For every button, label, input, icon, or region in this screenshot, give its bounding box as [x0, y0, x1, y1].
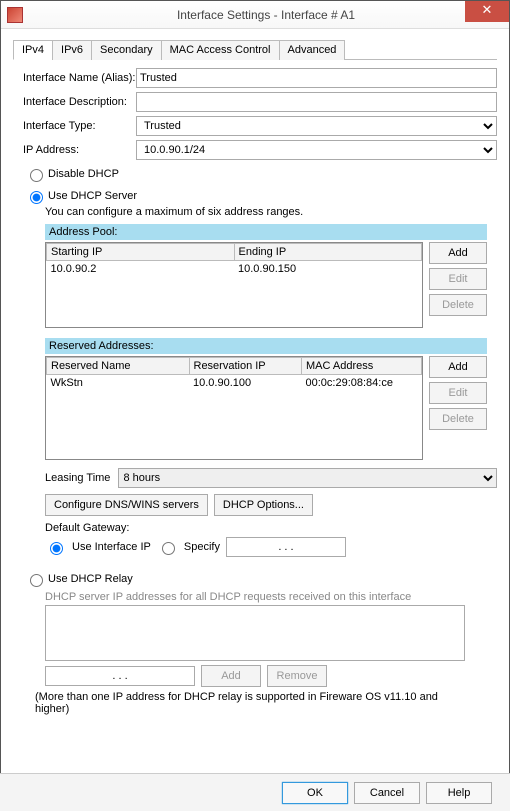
gw-specify-radio[interactable] [162, 542, 175, 555]
res-col-ip[interactable]: Reservation IP [189, 358, 302, 375]
gw-use-interface-radio[interactable] [50, 542, 63, 555]
interface-desc-field[interactable] [136, 92, 497, 112]
ip-address-select[interactable]: 10.0.90.1/24 [136, 140, 497, 160]
cancel-button[interactable]: Cancel [354, 782, 420, 804]
reserved-header: Reserved Addresses: [45, 338, 487, 354]
disable-dhcp-radio[interactable] [30, 169, 43, 182]
use-dhcp-server-label: Use DHCP Server [48, 190, 137, 202]
reserved-table[interactable]: Reserved Name Reservation IP MAC Address… [45, 356, 423, 460]
relay-ip-field[interactable]: . . . [45, 666, 195, 686]
pool-add-button[interactable]: Add [429, 242, 487, 264]
leasing-time-label: Leasing Time [45, 472, 110, 484]
interface-name-field[interactable] [136, 68, 497, 88]
dialog-footer: OK Cancel Help [0, 773, 510, 811]
address-pool-header: Address Pool: [45, 224, 487, 240]
table-row[interactable]: 10.0.90.2 10.0.90.150 [47, 261, 422, 278]
gw-specify-ip-field[interactable]: . . . [226, 537, 346, 557]
res-col-mac[interactable]: MAC Address [302, 358, 422, 375]
tab-ipv4[interactable]: IPv4 [13, 40, 53, 60]
pool-edit-button[interactable]: Edit [429, 268, 487, 290]
content-area: IPv4 IPv6 Secondary MAC Access Control A… [1, 29, 509, 715]
interface-name-label: Interface Name (Alias): [23, 72, 136, 84]
dhcp-hint: You can configure a maximum of six addre… [45, 206, 497, 218]
title-bar: Interface Settings - Interface # A1 ✕ [1, 1, 509, 29]
interface-desc-label: Interface Description: [23, 96, 136, 108]
dns-wins-button[interactable]: Configure DNS/WINS servers [45, 494, 208, 516]
help-button[interactable]: Help [426, 782, 492, 804]
pool-col-start[interactable]: Starting IP [47, 244, 235, 261]
address-pool-table[interactable]: Starting IP Ending IP 10.0.90.2 10.0.90.… [45, 242, 423, 328]
tab-secondary[interactable]: Secondary [91, 40, 162, 60]
use-dhcp-server-radio[interactable] [30, 191, 43, 204]
interface-type-select[interactable]: Trusted [136, 116, 497, 136]
relay-hint: DHCP server IP addresses for all DHCP re… [45, 591, 497, 603]
gw-specify-label: Specify [184, 541, 220, 553]
pool-delete-button[interactable]: Delete [429, 294, 487, 316]
res-col-name[interactable]: Reserved Name [47, 358, 190, 375]
disable-dhcp-label: Disable DHCP [48, 168, 119, 180]
tab-advanced[interactable]: Advanced [279, 40, 346, 60]
pool-col-end[interactable]: Ending IP [234, 244, 422, 261]
window-title: Interface Settings - Interface # A1 [23, 8, 509, 22]
ok-button[interactable]: OK [282, 782, 348, 804]
tab-mac-access[interactable]: MAC Access Control [161, 40, 280, 60]
interface-type-label: Interface Type: [23, 120, 136, 132]
res-add-button[interactable]: Add [429, 356, 487, 378]
gw-use-interface-label: Use Interface IP [72, 541, 151, 553]
relay-note: (More than one IP address for DHCP relay… [35, 691, 475, 715]
tab-ipv6[interactable]: IPv6 [52, 40, 92, 60]
res-edit-button[interactable]: Edit [429, 382, 487, 404]
relay-ip-list[interactable] [45, 605, 465, 661]
use-dhcp-relay-radio[interactable] [30, 574, 43, 587]
default-gateway-label: Default Gateway: [45, 522, 497, 534]
relay-add-button[interactable]: Add [201, 665, 261, 687]
use-dhcp-relay-label: Use DHCP Relay [48, 573, 133, 585]
leasing-time-select[interactable]: 8 hours [118, 468, 497, 488]
relay-remove-button[interactable]: Remove [267, 665, 327, 687]
app-icon [7, 7, 23, 23]
dhcp-options-button[interactable]: DHCP Options... [214, 494, 313, 516]
res-delete-button[interactable]: Delete [429, 408, 487, 430]
tab-strip: IPv4 IPv6 Secondary MAC Access Control A… [13, 39, 497, 60]
close-button[interactable]: ✕ [465, 1, 509, 22]
table-row[interactable]: WkStn 10.0.90.100 00:0c:29:08:84:ce [47, 375, 422, 392]
ip-address-label: IP Address: [23, 144, 136, 156]
